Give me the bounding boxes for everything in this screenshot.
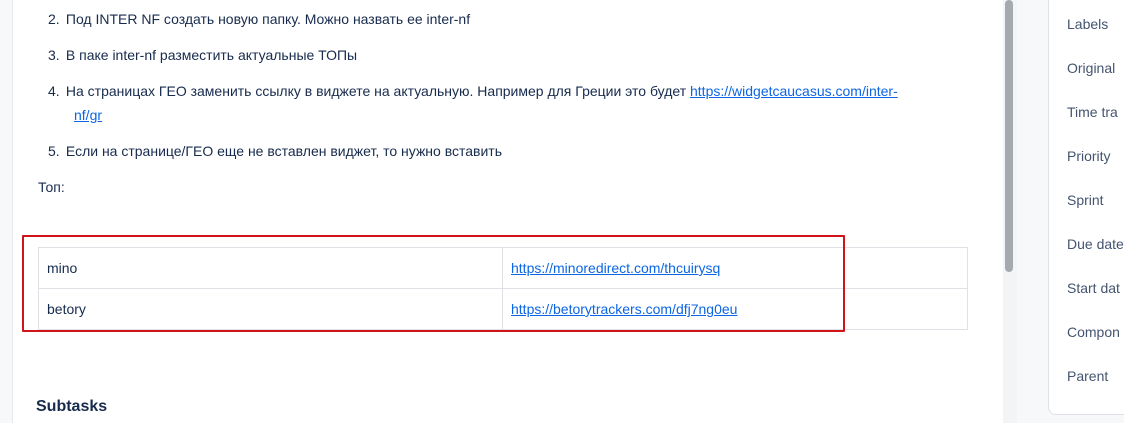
field-label-components: Compon xyxy=(1067,324,1120,340)
step-number: 5. xyxy=(48,143,60,159)
field-label-sprint: Sprint xyxy=(1067,192,1104,208)
field-label-time-tracking: Time tra xyxy=(1067,104,1118,120)
widget-link[interactable]: https://widgetcaucasus.com/inter- xyxy=(690,83,898,99)
step-item: 4. На страницах ГЕО заменить ссылку в ви… xyxy=(48,79,948,127)
tops-table: mino https://minoredirect.com/thcuirysq … xyxy=(38,247,968,330)
table-cell-name: mino xyxy=(38,247,503,289)
table-cell-url: https://minoredirect.com/thcuirysq xyxy=(502,247,968,289)
top-link[interactable]: https://betorytrackers.com/dfj7ng0eu xyxy=(511,301,737,317)
field-label-original: Original xyxy=(1067,60,1116,76)
table-cell-name: betory xyxy=(38,288,503,330)
top-link[interactable]: https://minoredirect.com/thcuirysq xyxy=(511,260,720,276)
scrollbar-thumb[interactable] xyxy=(1005,0,1013,272)
table-row: betory https://betorytrackers.com/dfj7ng… xyxy=(38,288,968,330)
step-text: На страницах ГЕО заменить ссылку в видже… xyxy=(65,83,690,99)
field-label-start-date: Start dat xyxy=(1067,280,1120,296)
step-number: 3. xyxy=(48,47,60,63)
step-number: 4. xyxy=(48,83,60,99)
table-cell-url: https://betorytrackers.com/dfj7ng0eu xyxy=(502,288,968,330)
field-label-parent: Parent xyxy=(1067,368,1109,384)
step-text: Под INTER NF создать новую папку. Можно … xyxy=(65,11,471,27)
step-number: 2. xyxy=(48,11,60,27)
top-label: Топ: xyxy=(38,179,65,195)
step-text: Если на странице/ГЕО еще не вставлен вид… xyxy=(65,143,503,159)
field-label-due-date: Due date xyxy=(1067,236,1124,252)
step-text: В паке inter-nf разместить актуальные ТО… xyxy=(65,47,358,63)
step-item: 3. В паке inter-nf разместить актуальные… xyxy=(48,43,948,67)
widget-link-continued[interactable]: nf/gr xyxy=(74,107,102,123)
step-item: 5. Если на странице/ГЕО еще не вставлен … xyxy=(48,139,948,163)
step-item: 2. Под INTER NF создать новую папку. Мож… xyxy=(48,7,948,31)
table-row: mino https://minoredirect.com/thcuirysq xyxy=(38,247,968,289)
field-label-labels: Labels xyxy=(1067,16,1109,32)
field-label-priority: Priority xyxy=(1067,148,1111,164)
subtasks-heading: Subtasks xyxy=(36,398,108,415)
